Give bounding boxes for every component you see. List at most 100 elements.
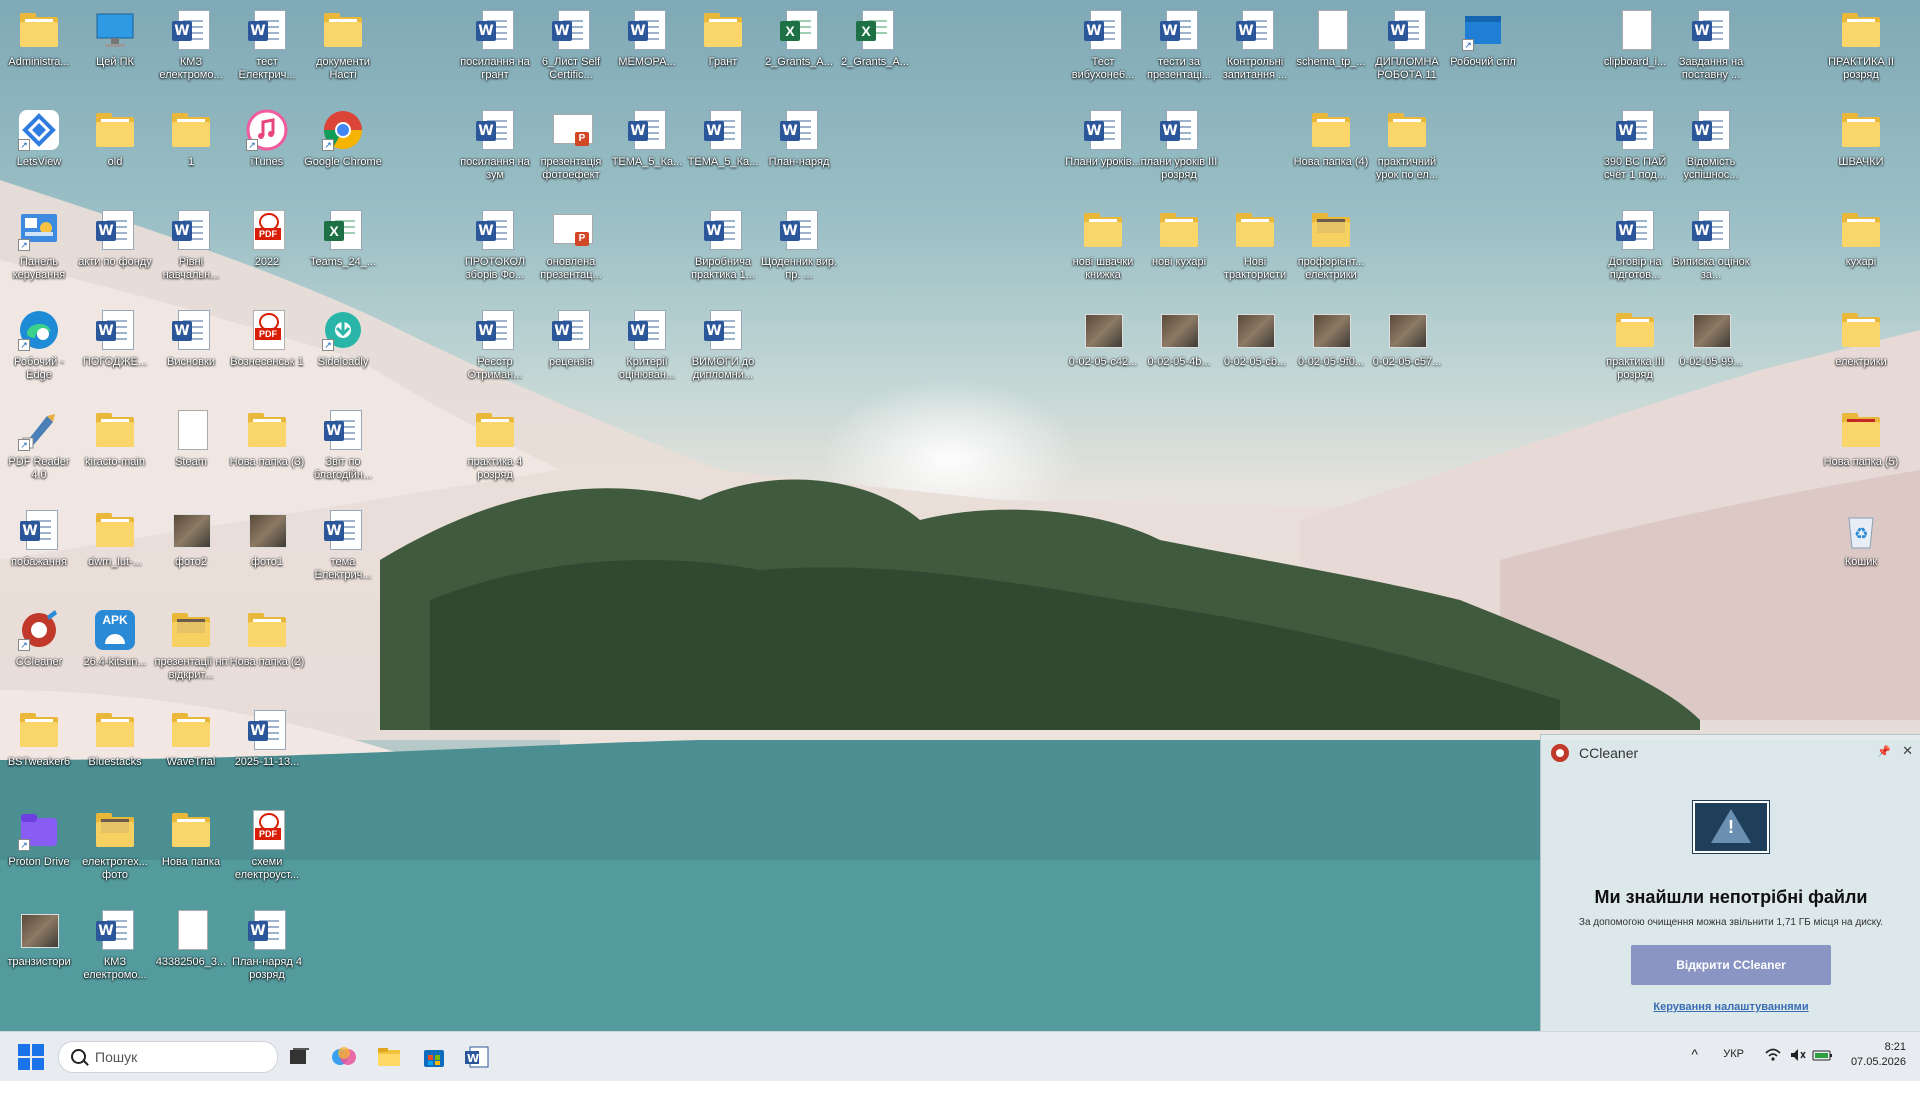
desktop-icon[interactable]: 0-02-05-c42... — [1064, 302, 1142, 369]
desktop-icon[interactable]: W ТЕМА_5_Ка... — [684, 102, 762, 169]
desktop-icon[interactable]: кухарі — [1822, 202, 1900, 269]
microsoft-store-icon[interactable] — [421, 1044, 447, 1070]
desktop-icon[interactable]: W Щоденник вир. пр. ... — [760, 202, 838, 282]
desktop-icon[interactable]: практика ІІІ розряд — [1596, 302, 1674, 382]
desktop-icon[interactable]: ПРАКТИКА ІІ розряд — [1822, 2, 1900, 82]
desktop-icon[interactable]: W Відомість успішнос... — [1672, 102, 1750, 182]
desktop-icon[interactable]: Wтести за презентаці... — [1140, 2, 1218, 82]
desktop-icon[interactable]: ШВАЧКИ — [1822, 102, 1900, 169]
desktop-icon[interactable]: W Рівні навчальн... — [152, 202, 230, 282]
word-icon[interactable]: W — [464, 1044, 490, 1070]
desktop-icon[interactable]: електрики — [1822, 302, 1900, 369]
desktop-icon[interactable]: WaveTrial — [152, 702, 230, 769]
desktop-icon[interactable]: Wакти по фонду — [76, 202, 154, 269]
desktop-icon[interactable]: W ПОГОДЖЕ... — [76, 302, 154, 369]
desktop-icon[interactable]: W Критерії оцінюван... — [608, 302, 686, 382]
desktop-icon[interactable]: Steam — [152, 402, 230, 469]
desktop-icon[interactable]: Wтест Електрич... — [228, 2, 306, 82]
desktop-icon[interactable]: W ВИМОГИ до дипломни... — [684, 302, 762, 382]
desktop-icon[interactable]: W Контрольні запитання ... — [1216, 2, 1294, 82]
desktop-icon[interactable]: W КМЗ електромо... — [152, 2, 230, 82]
desktop-icon[interactable]: W ПРОТОКОЛ зборів Фо... — [456, 202, 534, 282]
wifi-icon[interactable] — [1764, 1046, 1782, 1095]
desktop-icon[interactable]: Нова папка — [152, 802, 230, 869]
desktop-icon[interactable]: PDF Вознесенськ 1 — [228, 302, 306, 369]
desktop-icon[interactable]: W Висновки — [152, 302, 230, 369]
desktop-icon[interactable]: ↗ PDF Reader 4.0 — [0, 402, 78, 482]
desktop-icon[interactable]: транзистори — [0, 902, 78, 969]
desktop-icon[interactable]: ↗ Proton Drive — [0, 802, 78, 869]
desktop-icon[interactable]: Wплани уроків ІІІ розряд — [1140, 102, 1218, 182]
desktop-icon[interactable]: Pоновлена презентац... — [532, 202, 610, 282]
desktop-icon[interactable]: ↗ iTunes — [228, 102, 306, 169]
desktop-icon[interactable]: W Договір на підготов... — [1596, 202, 1674, 282]
desktop-icon[interactable]: W План-наряд 4 розряд — [228, 902, 306, 982]
pin-icon[interactable]: 📌 — [1877, 745, 1891, 758]
desktop-icon[interactable]: ↗ LetsView — [0, 102, 78, 169]
desktop-icon[interactable]: 1 — [152, 102, 230, 169]
battery-icon[interactable] — [1812, 1046, 1834, 1095]
desktop-icon[interactable]: Цей ПК — [76, 2, 154, 69]
desktop-icon[interactable]: Нові трактористи — [1216, 202, 1294, 282]
desktop-icon[interactable]: 0-02-05-cb... — [1216, 302, 1294, 369]
desktop-icon[interactable]: Грант — [684, 2, 762, 69]
desktop-icon[interactable]: Wпобажання — [0, 502, 78, 569]
desktop-icon[interactable]: W Плани уроків... — [1064, 102, 1142, 169]
search-box[interactable]: Пошук — [58, 1041, 278, 1073]
desktop-icon[interactable]: нові швачки книжка — [1064, 202, 1142, 282]
desktop-icon[interactable]: Нова папка (4) — [1292, 102, 1370, 169]
desktop-icon[interactable]: W 2025-11-13... — [228, 702, 306, 769]
desktop-icon[interactable]: 0-02-05-c57... — [1368, 302, 1446, 369]
desktop-icon[interactable]: Нова папка (3) — [228, 402, 306, 469]
ccleaner-notification[interactable]: CCleaner 📌 ✕ ! Ми знайшли непотрібні фай… — [1540, 734, 1920, 1033]
desktop-icon[interactable]: Administra... — [0, 2, 78, 69]
desktop-icon[interactable]: W Виробнича практика 1... — [684, 202, 762, 282]
desktop-icon[interactable]: old — [76, 102, 154, 169]
desktop-icon[interactable]: Wпосилання на грант — [456, 2, 534, 82]
desktop-icon[interactable]: Нова папка (5) — [1822, 402, 1900, 469]
desktop-icon[interactable]: W Виписка оцінок за... — [1672, 202, 1750, 282]
desktop-icon[interactable]: W Звіт по благодійн... — [304, 402, 382, 482]
copilot-icon[interactable] — [331, 1044, 357, 1070]
desktop-icon[interactable]: Нова папка (2) — [228, 602, 306, 669]
desktop-icon[interactable]: Wтема Електрич... — [304, 502, 382, 582]
desktop-icon[interactable]: ♻ Кошик — [1822, 502, 1900, 569]
language-indicator[interactable]: УКР — [1723, 1048, 1744, 1097]
desktop-icon[interactable]: BSTweaker6 — [0, 702, 78, 769]
desktop-icon[interactable]: clipboard_i... — [1596, 2, 1674, 69]
desktop-icon[interactable]: X Teams_24_... — [304, 202, 382, 269]
close-icon[interactable]: ✕ — [1902, 743, 1913, 759]
desktop-icon[interactable]: APK 26.4-kitsun... — [76, 602, 154, 669]
desktop-icon[interactable]: 0-02-05-9f0... — [1292, 302, 1370, 369]
desktop-icon[interactable]: документи Насті — [304, 2, 382, 82]
desktop-icon[interactable]: dwm_lut-... — [76, 502, 154, 569]
desktop-icon[interactable]: електротех... фото — [76, 802, 154, 882]
desktop-icon[interactable]: PDF схеми електроуст... — [228, 802, 306, 882]
desktop-icon[interactable]: 0-02-05-99... — [1672, 302, 1750, 369]
open-ccleaner-button[interactable]: Відкрити CCleaner — [1631, 945, 1831, 985]
desktop-icon[interactable]: ↗ Google Chrome — [304, 102, 382, 169]
desktop-icon[interactable]: 43382506_3... — [152, 902, 230, 969]
desktop-icon[interactable]: ↗ Sideloadly — [304, 302, 382, 369]
desktop-icon[interactable]: нові кухарі — [1140, 202, 1218, 269]
desktop-icon[interactable]: X 2_Grants_A... — [760, 2, 838, 69]
desktop-icon[interactable]: фото1 — [228, 502, 306, 569]
desktop-icon[interactable]: schema_tp_... — [1292, 2, 1370, 69]
desktop-icon[interactable]: профорієнт... електрики — [1292, 202, 1370, 282]
volume-muted-icon[interactable] — [1789, 1046, 1807, 1095]
desktop-icon[interactable]: W ДИПЛОМНА РОБОТА.11 — [1368, 2, 1446, 82]
desktop-icon[interactable]: W Тест вибухоне6... — [1064, 2, 1142, 82]
desktop-icon[interactable]: W 390 ВС ПАЙ счёт 1 под... — [1596, 102, 1674, 182]
desktop-icon[interactable]: 0-02-05-4b... — [1140, 302, 1218, 369]
desktop-icon[interactable]: Pпрезентація фотоефект — [532, 102, 610, 182]
desktop-icon[interactable]: ↗ Панель керування — [0, 202, 78, 282]
desktop-icon[interactable]: фото2 — [152, 502, 230, 569]
desktop-icon[interactable]: kiracto-main — [76, 402, 154, 469]
desktop-icon[interactable]: PDF 2022 — [228, 202, 306, 269]
desktop-icon[interactable]: W Реєстр Отриман... — [456, 302, 534, 382]
desktop-icon[interactable]: ↗ CCleaner — [0, 602, 78, 669]
clock[interactable]: 8:21 07.05.2026 — [1851, 1040, 1906, 1070]
desktop-icon[interactable]: Wрецензія — [532, 302, 610, 369]
desktop-icon[interactable]: W План-наряд — [760, 102, 838, 169]
file-explorer-icon[interactable] — [376, 1044, 402, 1070]
